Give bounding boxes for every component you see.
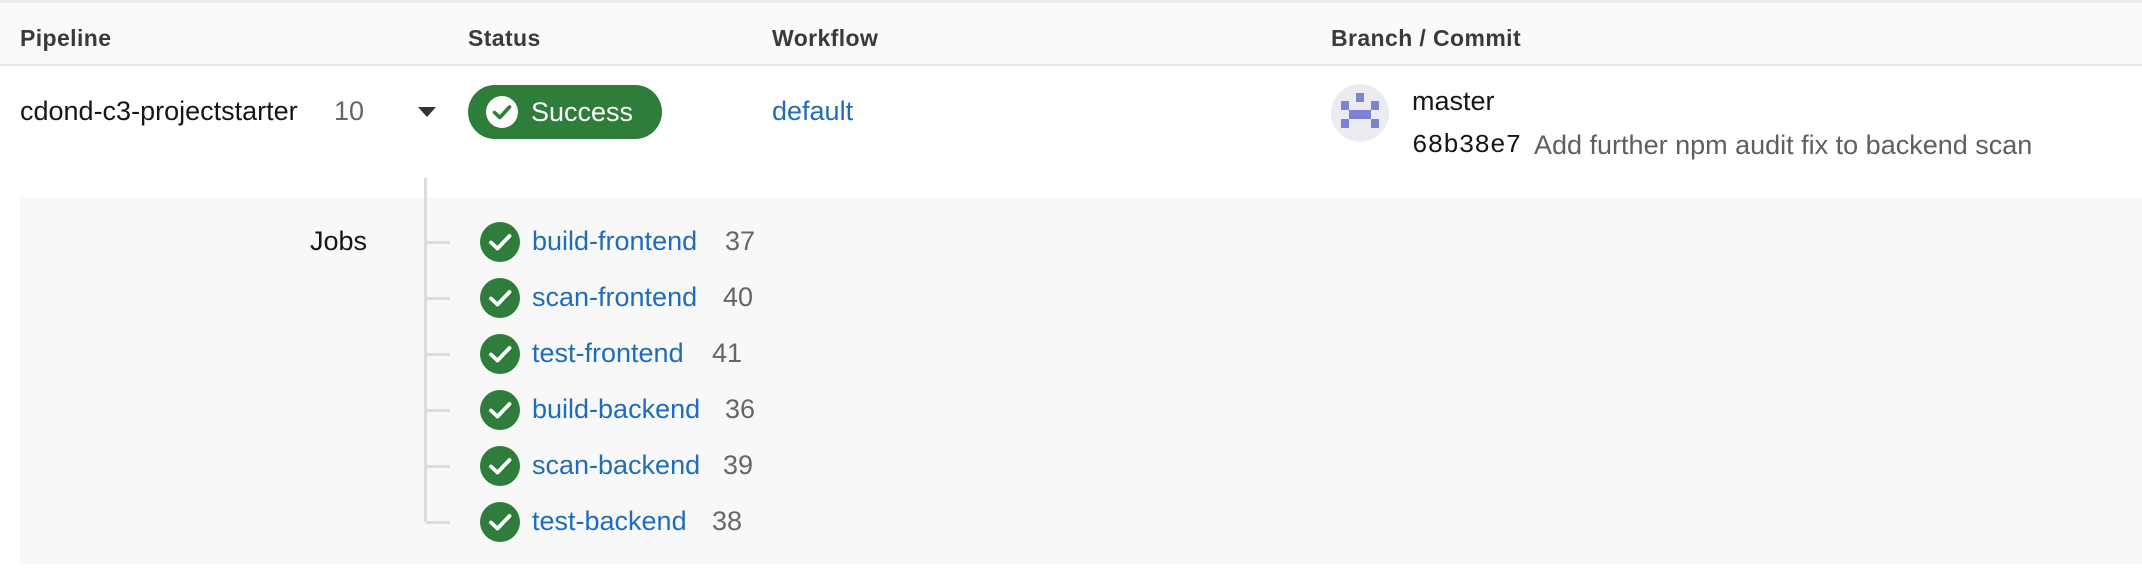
check-circle-icon [480,502,520,542]
job-number: 37 [725,226,756,256]
check-circle-icon [480,446,520,486]
job-link[interactable]: build-backend [532,394,700,425]
list-item: build-backend 36 [0,390,900,430]
branch-name[interactable]: master [1412,86,1495,117]
job-link[interactable]: build-frontend [532,226,697,257]
list-item: test-backend 38 [0,502,900,542]
pipeline-name: cdond-c3-projectstarter [20,96,298,126]
tree-branch [426,409,450,412]
tree-branch [426,353,450,356]
job-number: 41 [712,338,743,368]
job-link[interactable]: scan-backend [532,450,700,481]
workflow-link[interactable]: default [772,96,853,127]
column-header-workflow: Workflow [772,25,879,51]
pipeline-number: 10 [334,96,365,126]
column-header-branch-commit: Branch / Commit [1331,25,1522,51]
job-number: 40 [723,282,754,312]
tree-branch [426,521,450,524]
check-circle-icon [480,222,520,262]
status-badge[interactable]: Success [468,85,662,139]
avatar [1331,84,1389,142]
check-circle-icon [480,278,520,318]
job-number: 38 [712,506,743,536]
caret-down-icon[interactable] [418,107,436,117]
commit-sha[interactable]: 68b38e7 [1412,130,1521,160]
column-header-status: Status [468,25,541,51]
commit-message: Add further npm audit fix to backend sca… [1534,130,2033,160]
status-label: Success [531,97,634,127]
column-header-pipeline: Pipeline [20,25,112,51]
tree-branch [426,297,450,300]
job-link[interactable]: scan-frontend [532,282,697,313]
list-item: scan-frontend 40 [0,278,900,318]
job-number: 39 [723,450,754,480]
check-circle-icon [486,96,518,128]
list-item: test-frontend 41 [0,334,900,374]
list-item: scan-backend 39 [0,446,900,486]
job-link[interactable]: test-frontend [532,338,684,369]
check-circle-icon [480,334,520,374]
job-number: 36 [725,394,756,424]
check-circle-icon [480,390,520,430]
list-item: build-frontend 37 [0,222,900,262]
table-header: Pipeline Status Workflow Branch / Commit [0,0,2142,66]
job-link[interactable]: test-backend [532,506,687,537]
tree-branch [426,241,450,244]
identicon-avatar [1341,93,1379,128]
tree-branch [426,465,450,468]
